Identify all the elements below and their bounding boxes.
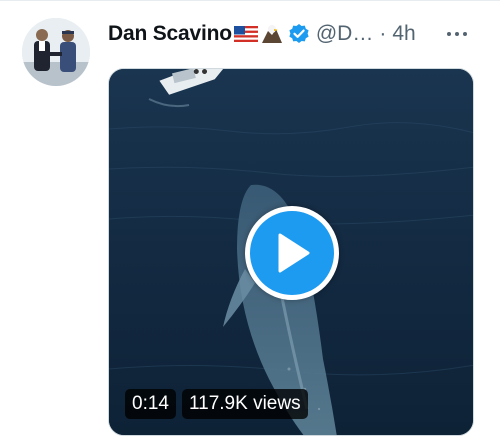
more-dot [463, 32, 467, 36]
more-options-button[interactable] [440, 18, 474, 50]
video-info-overlay: 0:14 117.9K views [125, 389, 308, 419]
more-dot [455, 32, 459, 36]
separator-dot: · [379, 22, 387, 45]
tweet-timestamp[interactable]: 4h [392, 22, 415, 46]
display-name[interactable]: Dan Scavino [108, 22, 232, 46]
video-player[interactable]: 0:14 117.9K views [108, 68, 474, 436]
verified-badge-icon [288, 23, 310, 45]
tweet-header: Dan Scavino @D… · 4h [108, 18, 480, 50]
flag-usa-icon [233, 26, 258, 42]
play-button[interactable] [245, 206, 339, 300]
video-views: 117.9K views [181, 389, 308, 419]
avatar[interactable] [22, 18, 90, 86]
more-horizontal-icon [447, 32, 451, 36]
user-handle[interactable]: @D… [316, 22, 373, 46]
video-duration: 0:14 [125, 389, 176, 419]
divider [0, 0, 500, 1]
eagle-icon [260, 23, 284, 45]
play-icon [278, 233, 310, 273]
avatar-photo [22, 18, 90, 86]
